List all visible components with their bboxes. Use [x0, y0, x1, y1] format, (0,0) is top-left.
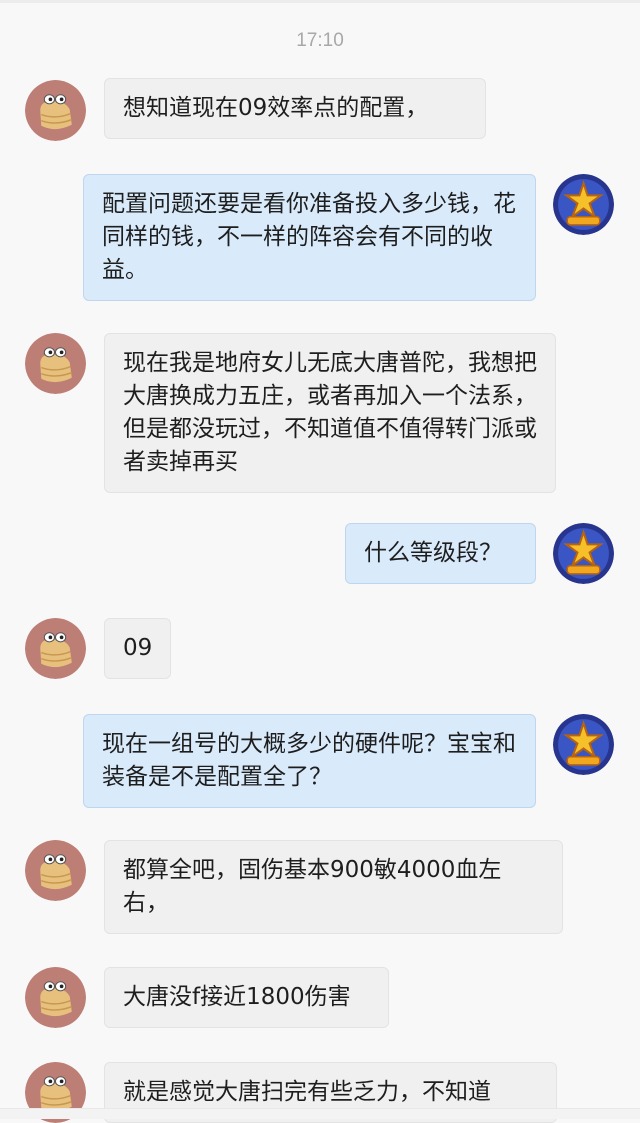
self-avatar[interactable] — [553, 523, 614, 584]
top-edge — [0, 0, 640, 3]
bottom-bar — [0, 1108, 640, 1119]
incoming-message-bubble[interactable]: 想知道现在09效率点的配置， — [104, 78, 486, 139]
self-avatar[interactable] — [553, 174, 614, 235]
timestamp: 17:10 — [296, 30, 344, 51]
contact-avatar[interactable] — [25, 967, 86, 1028]
contact-avatar[interactable] — [25, 618, 86, 679]
contact-avatar[interactable] — [25, 80, 86, 141]
outgoing-message-bubble[interactable]: 配置问题还要是看你准备投入多少钱，花同样的钱，不一样的阵容会有不同的收益。 — [83, 174, 536, 301]
incoming-message-bubble[interactable]: 都算全吧，固伤基本900敏4000血左右， — [104, 840, 563, 934]
self-avatar[interactable] — [553, 714, 614, 775]
contact-avatar[interactable] — [25, 840, 86, 901]
contact-avatar[interactable] — [25, 333, 86, 394]
outgoing-message-bubble[interactable]: 什么等级段？ — [345, 523, 536, 584]
outgoing-message-bubble[interactable]: 现在一组号的大概多少的硬件呢？宝宝和装备是不是配置全了？ — [83, 714, 536, 808]
incoming-message-bubble[interactable]: 现在我是地府女儿无底大唐普陀，我想把大唐换成力五庄，或者再加入一个法系，但是都没… — [104, 333, 556, 493]
incoming-message-bubble[interactable]: 09 — [104, 618, 171, 679]
incoming-message-bubble[interactable]: 大唐没f接近1800伤害 — [104, 967, 389, 1028]
